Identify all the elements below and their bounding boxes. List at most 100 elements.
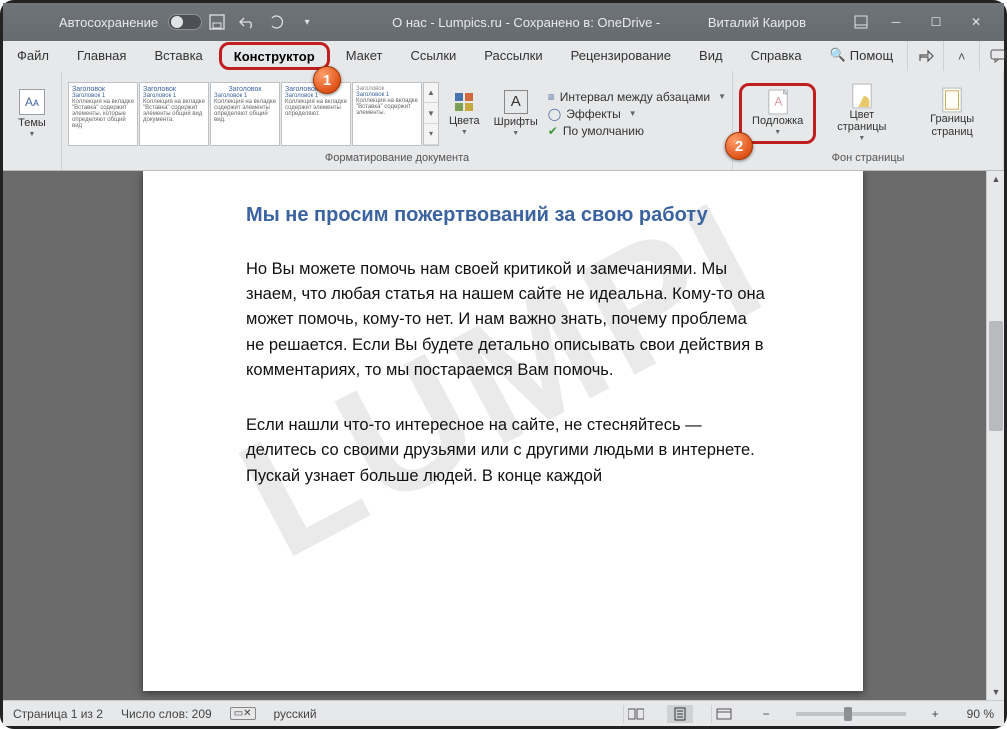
tab-tellme[interactable]: 🔍 Помощ (816, 41, 908, 71)
watermark-label: Подложка (752, 115, 803, 127)
tab-insert[interactable]: Вставка (140, 41, 216, 71)
vertical-scrollbar[interactable]: ▲ ▼ (986, 171, 1004, 700)
close-button[interactable]: ✕ (956, 3, 996, 41)
themes-icon: Aᴀ (19, 89, 45, 115)
scroll-thumb[interactable] (989, 321, 1003, 431)
maximize-button[interactable]: ☐ (916, 3, 956, 41)
tab-file[interactable]: Файл (3, 41, 63, 71)
watermark-highlight: A Подложка ▼ (739, 83, 816, 144)
doc-paragraph: Если нашли что-то интересное на сайте, н… (246, 413, 768, 489)
set-default-label: По умолчанию (563, 124, 644, 138)
style-thumb[interactable]: ЗаголовокЗаголовок 1Коллекция на вкладке… (352, 82, 422, 146)
set-default-button[interactable]: ✔ По умолчанию (548, 124, 726, 138)
save-icon[interactable] (208, 13, 226, 31)
tab-review[interactable]: Рецензирование (557, 41, 685, 71)
tab-home[interactable]: Главная (63, 41, 140, 71)
watermark-icon: A (767, 91, 789, 113)
colors-icon (453, 91, 475, 113)
callout-1: 1 (313, 66, 341, 94)
page-color-label: Цвет страницы (826, 109, 897, 133)
chevron-down-icon: ▼ (512, 130, 519, 137)
ribbon-tabs: Файл Главная Вставка Конструктор Макет С… (3, 41, 1004, 71)
tab-view[interactable]: Вид (685, 41, 737, 71)
tab-design[interactable]: Конструктор (219, 42, 330, 70)
check-icon: ✔ (548, 124, 558, 138)
group-page-bg-label: Фон страницы (739, 152, 997, 168)
effects-label: Эффекты (566, 107, 621, 121)
word-count[interactable]: Число слов: 209 (121, 707, 212, 721)
zoom-out-button[interactable]: − (763, 707, 770, 721)
minimize-button[interactable]: ─ (876, 3, 916, 41)
user-name[interactable]: Виталий Каиров (708, 15, 806, 30)
chevron-down-icon: ▼ (461, 129, 468, 136)
svg-text:A: A (774, 95, 782, 109)
page-color-icon (851, 85, 873, 107)
themes-button[interactable]: Aᴀ Темы ▼ (9, 87, 55, 140)
paragraph-spacing-button[interactable]: ≡ Интервал между абзацами ▼ (548, 90, 726, 104)
effects-button[interactable]: ◯ Эффекты ▼ (548, 107, 726, 121)
doc-paragraph: Но Вы можете помочь нам своей критикой и… (246, 257, 768, 383)
page[interactable]: LUMPI Мы не просим пожертвований за свою… (143, 171, 863, 691)
chevron-down-icon: ▼ (718, 92, 726, 101)
zoom-in-button[interactable]: + (932, 707, 939, 721)
read-mode-button[interactable] (623, 705, 649, 723)
language-indicator[interactable]: русский (274, 707, 317, 721)
autosave-toggle[interactable] (168, 14, 202, 30)
page-indicator[interactable]: Страница 1 из 2 (13, 707, 103, 721)
comments-button[interactable] (979, 41, 1007, 71)
web-layout-button[interactable] (711, 705, 737, 723)
tellme-label: Помощ (850, 48, 893, 63)
page-content[interactable]: Мы не просим пожертвований за свою работ… (246, 204, 768, 519)
colors-label: Цвета (449, 115, 480, 127)
style-gallery[interactable]: ЗаголовокЗаголовок 1Коллекция на вкладке… (68, 82, 439, 146)
style-thumb[interactable]: ЗаголовокЗаголовок 1Коллекция на вкладке… (139, 82, 209, 146)
style-thumb[interactable]: ЗаголовокЗаголовок 1Коллекция на вкладке… (68, 82, 138, 146)
group-formatting-label: Форматирование документа (68, 152, 726, 168)
tab-mailings[interactable]: Рассылки (470, 41, 556, 71)
titlebar: Автосохранение ▾ О нас - Lumpics.ru - Со… (3, 3, 1004, 41)
tab-layout[interactable]: Макет (332, 41, 397, 71)
autosave-label: Автосохранение (59, 15, 158, 30)
document-area: LUMPI Мы не просим пожертвований за свою… (3, 171, 1004, 700)
watermark-button[interactable]: A Подложка ▼ (748, 89, 807, 138)
print-layout-button[interactable] (667, 705, 693, 723)
undo-icon[interactable] (238, 13, 256, 31)
proofing-icon[interactable]: ▭✕ (230, 707, 256, 720)
fonts-label: Шрифты (494, 116, 538, 128)
colors-button[interactable]: Цвета ▼ (445, 89, 484, 138)
chevron-down-icon: ▼ (629, 109, 637, 118)
fonts-icon: A (504, 90, 528, 114)
style-thumb[interactable]: ЗаголовокЗаголовок 1Коллекция на вкладке… (281, 82, 351, 146)
tab-references[interactable]: Ссылки (397, 41, 471, 71)
share-button[interactable] (907, 41, 943, 71)
callout-2: 2 (725, 132, 753, 160)
fonts-button[interactable]: A Шрифты ▼ (490, 88, 542, 139)
page-color-button[interactable]: Цвет страницы ▼ (822, 83, 901, 144)
themes-label: Темы (18, 117, 46, 129)
scroll-down-icon[interactable]: ▼ (987, 684, 1004, 700)
doc-heading: Мы не просим пожертвований за свою работ… (246, 204, 768, 227)
ribbon: Aᴀ Темы ▼ ЗаголовокЗаголовок 1Коллекция … (3, 71, 1004, 171)
redo-icon[interactable] (268, 13, 286, 31)
chevron-down-icon: ▼ (29, 131, 36, 138)
chevron-down-icon: ▼ (858, 135, 865, 142)
document-title: О нас - Lumpics.ru - Сохранено в: OneDri… (392, 15, 660, 30)
effects-icon: ◯ (548, 107, 561, 121)
ribbon-options-icon[interactable] (852, 13, 870, 31)
qat-dropdown-icon[interactable]: ▾ (298, 13, 316, 31)
collapse-ribbon-button[interactable]: ˄ (943, 41, 979, 71)
spacing-icon: ≡ (548, 90, 555, 104)
style-thumb[interactable]: ЗаголовокЗаголовок 1Коллекция на вкладке… (210, 82, 280, 146)
chevron-down-icon: ▼ (774, 129, 781, 136)
zoom-level[interactable]: 90 % (967, 707, 994, 721)
statusbar: Страница 1 из 2 Число слов: 209 ▭✕ русск… (3, 700, 1004, 726)
search-icon: 🔍 (830, 47, 846, 63)
page-borders-icon (941, 89, 963, 111)
zoom-slider[interactable] (796, 712, 906, 716)
paragraph-spacing-label: Интервал между абзацами (560, 90, 710, 104)
page-borders-button[interactable]: Границы страниц (907, 87, 997, 139)
scroll-up-icon[interactable]: ▲ (987, 171, 1004, 187)
tab-help[interactable]: Справка (737, 41, 816, 71)
page-borders-label: Границы страниц (911, 113, 993, 137)
gallery-scroll[interactable]: ▲▼▾ (423, 82, 439, 146)
